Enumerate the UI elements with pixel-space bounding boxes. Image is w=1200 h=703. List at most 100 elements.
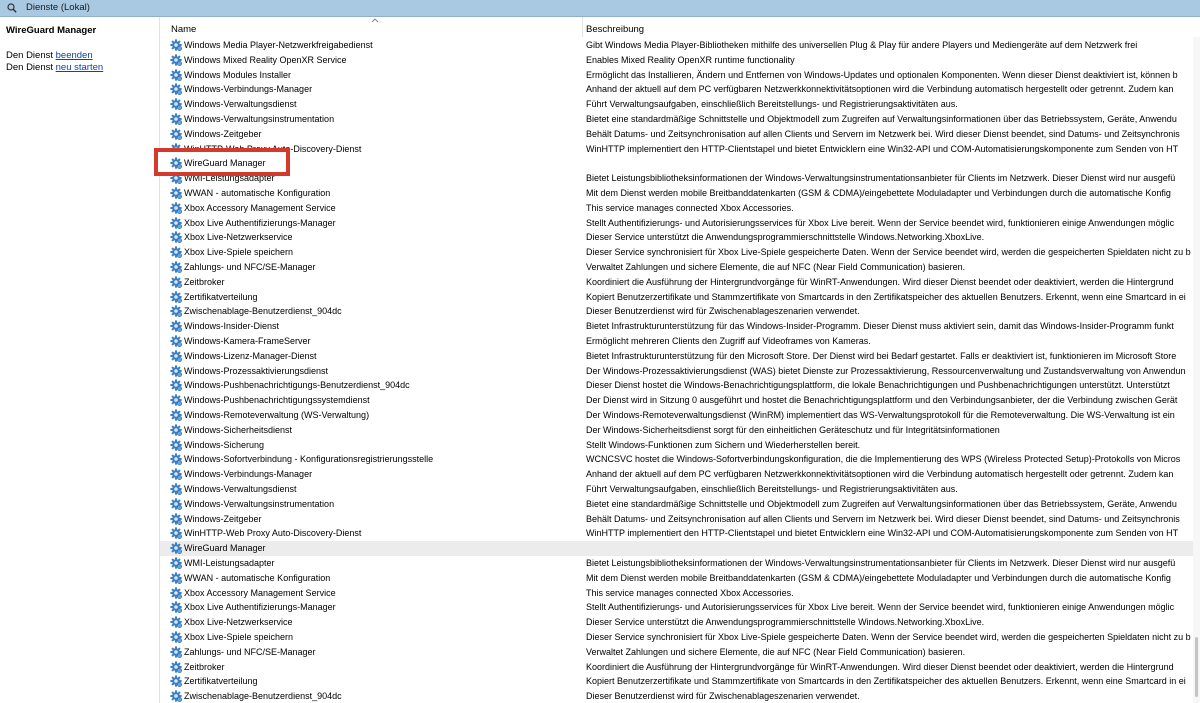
service-name: WWAN - automatische Konfiguration: [184, 188, 331, 198]
table-row[interactable]: WireGuard Manager: [160, 156, 1200, 171]
service-description: Anhand der aktuell auf dem PC verfügbare…: [586, 469, 1174, 480]
table-row[interactable]: Windows-Verwaltungsinstrumentation Bietet…: [160, 497, 1200, 512]
table-row[interactable]: Xbox Accessory Management Service This se…: [160, 586, 1200, 601]
column-header-name[interactable]: Name: [171, 24, 196, 35]
table-row[interactable]: Xbox Live-Spiele speichern Dieser Service…: [160, 630, 1200, 645]
table-row[interactable]: Zeitbroker Koordiniert die Ausführung der…: [160, 275, 1200, 290]
service-description: Bietet Infrastrukturunterstützung für da…: [586, 321, 1174, 332]
service-gear-icon: [170, 587, 182, 599]
scrollbar-thumb[interactable]: [1195, 637, 1198, 697]
table-row[interactable]: Zahlungs- und NFC/SE-Manager Verwaltet Za…: [160, 260, 1200, 275]
table-row[interactable]: WireGuard Manager: [160, 541, 1200, 556]
service-description: This service manages connected Xbox Acce…: [586, 202, 794, 213]
service-name: Windows-Kamera-FrameServer: [184, 336, 311, 346]
table-row[interactable]: WWAN - automatische Konfiguration Mit dem…: [160, 571, 1200, 586]
table-row[interactable]: Xbox Live Authentifizierungs-Manager Stel…: [160, 216, 1200, 231]
table-row[interactable]: Windows-Sicherheitsdienst Der Windows-Sic…: [160, 423, 1200, 438]
table-row[interactable]: Windows-Verwaltungsdienst Führt Verwaltun…: [160, 482, 1200, 497]
service-name: Zahlungs- und NFC/SE-Manager: [184, 646, 316, 657]
table-row[interactable]: Windows Media Player-Netzwerkfreigabedie…: [160, 38, 1200, 53]
service-description: Der Dienst wird in Sitzung 0 ausgeführt …: [586, 395, 1178, 406]
table-row[interactable]: Windows-Prozessaktivierungsdienst Der Win…: [160, 364, 1200, 379]
vertical-scrollbar[interactable]: [1193, 37, 1200, 703]
service-gear-icon: [170, 527, 182, 539]
service-description: Koordiniert die Ausführung der Hintergru…: [586, 661, 1174, 672]
table-row[interactable]: Zertifikatverteilung Kopiert Benutzerzert…: [160, 674, 1200, 689]
stop-service-link[interactable]: beenden: [56, 50, 93, 61]
service-description: Bietet Leistungsbibliotheksinformationen…: [586, 173, 1176, 184]
table-row[interactable]: Windows-Verbindungs-Manager Anhand der ak…: [160, 82, 1200, 97]
table-row[interactable]: Zwischenablage-Benutzerdienst_904dc Diese…: [160, 689, 1200, 703]
service-name: Xbox Accessory Management Service: [184, 587, 336, 598]
table-row[interactable]: Windows-Kamera-FrameServer Ermöglicht meh…: [160, 334, 1200, 349]
table-row[interactable]: WMI-Leistungsadapter Bietet Leistungsbibl…: [160, 556, 1200, 571]
table-row[interactable]: Zahlungs- und NFC/SE-Manager Verwaltet Za…: [160, 645, 1200, 660]
table-row[interactable]: Windows-Verbindungs-Manager Anhand der ak…: [160, 467, 1200, 482]
service-name: Xbox Live-Spiele speichern: [184, 632, 294, 642]
table-row[interactable]: Windows-Zeitgeber Behält Datums- und Zeit…: [160, 512, 1200, 527]
service-description: Dieser Dienst hostet die Windows-Benachr…: [586, 380, 1170, 391]
service-description: Stellt Authentifizierungs- und Autorisie…: [586, 602, 1175, 613]
table-row[interactable]: Windows-Pushbenachrichtigungssystemdiens…: [160, 393, 1200, 408]
table-row[interactable]: Windows-Pushbenachrichtigungs-Benutzerdi…: [160, 378, 1200, 393]
table-row[interactable]: Xbox Live-Netzwerkservice Dieser Service …: [160, 615, 1200, 630]
table-row[interactable]: Windows-Zeitgeber Behält Datums- und Zeit…: [160, 127, 1200, 142]
table-row[interactable]: Windows Mixed Reality OpenXR Service Enab…: [160, 53, 1200, 68]
service-gear-icon: [170, 483, 182, 495]
service-description: Dieser Benutzerdienst wird für Zwischena…: [586, 306, 860, 317]
service-gear-icon: [170, 424, 182, 436]
service-name: Zwischenablage-Benutzerdienst_904dc: [184, 306, 342, 317]
service-name: Windows-Insider-Dienst: [184, 321, 280, 332]
column-header: Name Beschreibung: [160, 17, 1200, 37]
service-name: Windows-Verwaltungsinstrumentation: [184, 498, 335, 509]
table-row[interactable]: Windows-Insider-Dienst Bietet Infrastrukt…: [160, 319, 1200, 334]
service-gear-icon: [170, 187, 182, 199]
highlight-label: WireGuard Manager: [184, 158, 266, 168]
service-name: WinHTTP-Web Proxy Auto-Discovery-Dienst: [184, 528, 362, 539]
table-row[interactable]: Windows-Remoteverwaltung (WS-Verwaltung)…: [160, 408, 1200, 423]
service-description: Dieser Service unterstützt die Anwendung…: [586, 232, 985, 243]
service-description: Der Windows-Prozessaktivierungsdienst (W…: [586, 365, 1186, 376]
service-gear-icon: [170, 453, 182, 465]
highlight-annotation: WireGuard Manager: [154, 148, 290, 176]
table-row[interactable]: WMI-Leistungsadapter Bietet Leistungsbibl…: [160, 171, 1200, 186]
service-description: Dieser Service synchronisiert für Xbox L…: [586, 247, 1191, 258]
restart-service-link[interactable]: neu starten: [56, 62, 104, 73]
service-gear-icon: [170, 217, 182, 229]
service-description: Kopiert Benutzerzertifikate und Stammzer…: [586, 676, 1186, 687]
service-description: Mit dem Dienst werden mobile Breitbandda…: [586, 188, 1171, 198]
table-row[interactable]: Windows-Verwaltungsinstrumentation Bietet…: [160, 112, 1200, 127]
column-header-description[interactable]: Beschreibung: [586, 24, 644, 35]
service-gear-icon: [170, 379, 182, 391]
service-gear-icon: [170, 276, 182, 288]
table-row[interactable]: Windows-Sicherung Stellt Windows-Funktion…: [160, 438, 1200, 453]
table-row[interactable]: Windows Modules Installer Ermöglicht das …: [160, 68, 1200, 83]
table-row[interactable]: WinHTTP-Web Proxy Auto-Discovery-DienstW…: [160, 142, 1200, 157]
table-row[interactable]: Zeitbroker Koordiniert die Ausführung der…: [160, 660, 1200, 675]
service-detail-pane: WireGuard Manager Den Dienst beenden Den…: [0, 17, 159, 703]
service-description: Stellt Authentifizierungs- und Autorisie…: [586, 217, 1175, 228]
service-gear-icon: [170, 39, 182, 51]
service-gear-icon: [170, 661, 182, 673]
service-gear-icon: [170, 616, 182, 628]
table-row[interactable]: WinHTTP-Web Proxy Auto-Discovery-DienstW…: [160, 526, 1200, 541]
service-gear-icon: [170, 498, 182, 510]
table-row[interactable]: Xbox Live-Spiele speichern Dieser Service…: [160, 245, 1200, 260]
service-description: WinHTTP implementiert den HTTP-Clientsta…: [586, 143, 1179, 154]
service-description: Bietet eine standardmäßige Schnittstelle…: [586, 114, 1177, 124]
table-row[interactable]: Xbox Live-Netzwerkservice Dieser Service …: [160, 230, 1200, 245]
table-row[interactable]: Zwischenablage-Benutzerdienst_904dc Diese…: [160, 304, 1200, 319]
column-separator[interactable]: [582, 17, 583, 37]
table-row[interactable]: Windows-Sofortverbindung - Konfiguration…: [160, 452, 1200, 467]
table-row[interactable]: Windows-Verwaltungsdienst Führt Verwaltun…: [160, 97, 1200, 112]
magnifier-icon: [7, 3, 17, 13]
table-row[interactable]: Xbox Live Authentifizierungs-Manager Stel…: [160, 600, 1200, 615]
service-description: Verwaltet Zahlungen und sichere Elemente…: [586, 262, 966, 272]
table-row[interactable]: Xbox Accessory Management Service This se…: [160, 201, 1200, 216]
table-row[interactable]: Windows-Lizenz-Manager-Dienst Bietet Infr…: [160, 349, 1200, 364]
table-row[interactable]: WWAN - automatische Konfiguration Mit dem…: [160, 186, 1200, 201]
service-gear-icon: [170, 468, 182, 480]
gear-icon: [170, 157, 182, 169]
service-gear-icon: [170, 557, 182, 569]
table-row[interactable]: Zertifikatverteilung Kopiert Benutzerzert…: [160, 290, 1200, 305]
